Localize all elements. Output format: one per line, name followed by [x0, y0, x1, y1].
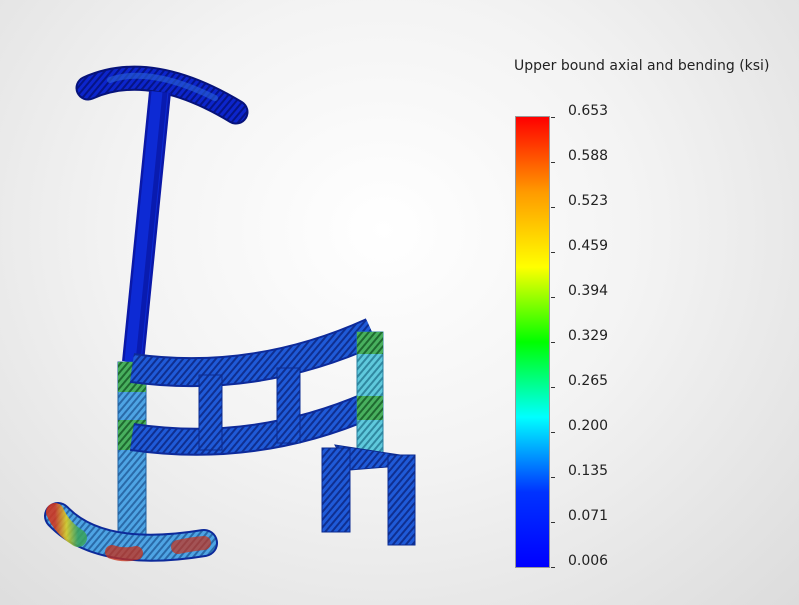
legend-tick-label: 0.588	[568, 148, 609, 164]
right-leg-front	[321, 447, 351, 533]
interior-strut-left	[198, 374, 223, 451]
upper-crossbar-coil	[130, 320, 378, 386]
legend-tick-mark	[551, 162, 555, 163]
right-column-green-joint-upper	[357, 332, 383, 354]
legend-tick-mark	[551, 117, 555, 118]
interior-strut-right	[276, 367, 301, 444]
fea-results-viewport[interactable]: Upper bound axial and bending (ksi) 0.65…	[0, 0, 799, 605]
legend-tick-mark	[551, 567, 555, 568]
lower-crossbar-coil	[130, 393, 375, 454]
legend-tick-mark	[551, 297, 555, 298]
right-leg-back	[387, 454, 416, 546]
legend-tick-label: 0.653	[568, 103, 609, 119]
legend-tick-label: 0.459	[568, 238, 609, 254]
legend-tick-mark	[551, 477, 555, 478]
stress-color-bar	[515, 116, 550, 568]
legend-tick-label: 0.200	[568, 418, 609, 434]
stress-plot-model[interactable]	[0, 0, 799, 605]
legend-tick-mark	[551, 252, 555, 253]
legend-tick-label: 0.523	[568, 193, 609, 209]
legend-tick-label: 0.135	[568, 463, 609, 479]
legend-tick-label: 0.394	[568, 283, 609, 299]
legend-tick-mark	[551, 342, 555, 343]
legend-tick-label: 0.329	[568, 328, 609, 344]
bottom-foot-hotspot-mid	[105, 545, 143, 562]
bottom-foot-hotspot-right	[171, 536, 211, 554]
legend-tick-label: 0.006	[568, 553, 609, 569]
legend-tick-mark	[551, 522, 555, 523]
legend-tick-mark	[551, 387, 555, 388]
legend-tick-label: 0.265	[568, 373, 609, 389]
right-column-green-joint-lower	[357, 396, 383, 420]
legend-tick-mark	[551, 432, 555, 433]
legend-title: Upper bound axial and bending (ksi)	[514, 58, 770, 74]
legend-tick-mark	[551, 207, 555, 208]
legend-tick-label: 0.071	[568, 508, 609, 524]
